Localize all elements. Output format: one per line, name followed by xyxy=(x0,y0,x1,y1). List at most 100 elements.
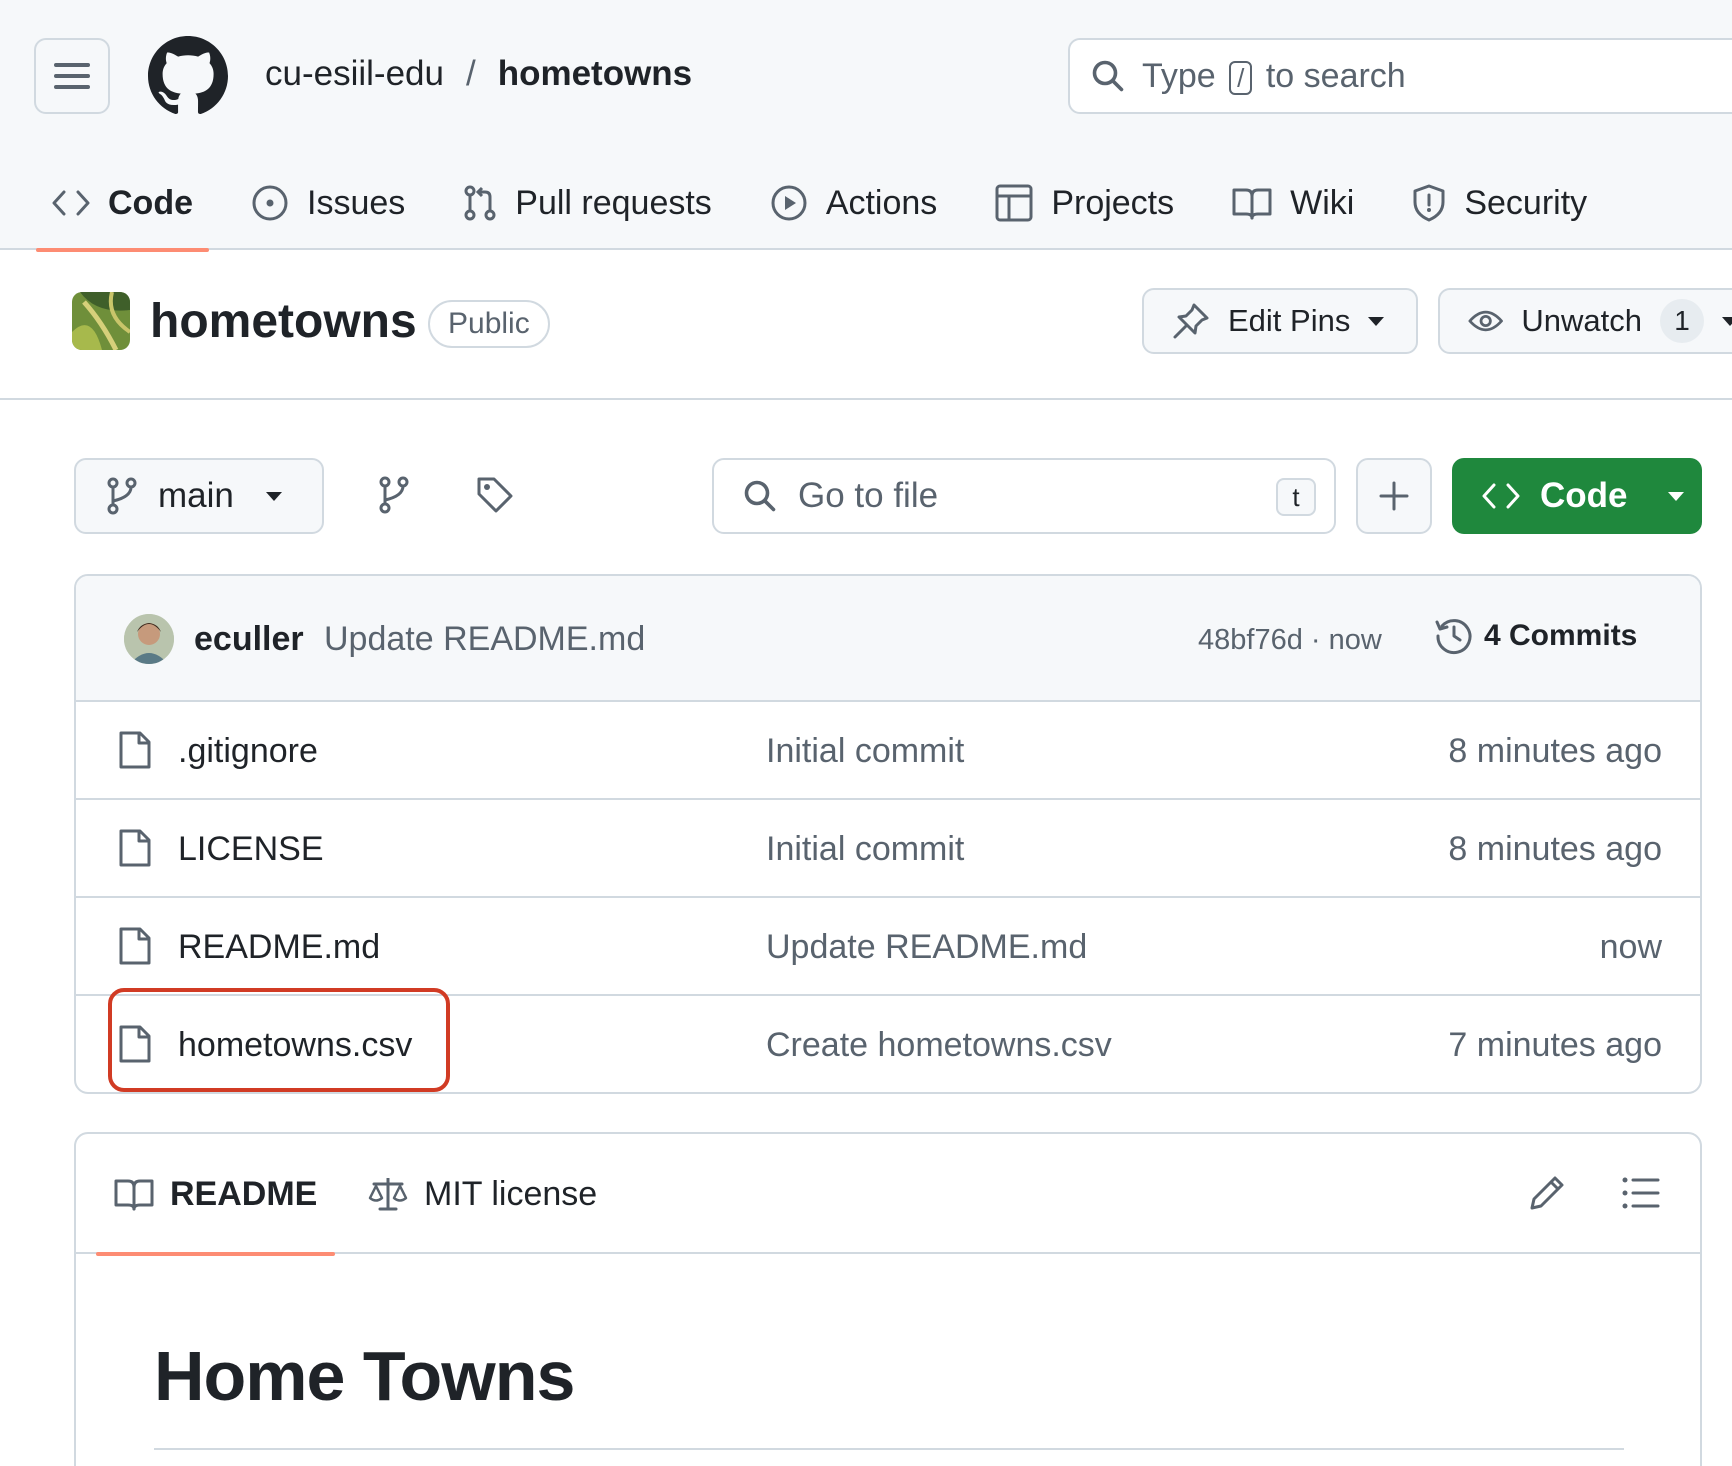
github-logo-icon[interactable] xyxy=(148,36,228,116)
tab-actions[interactable]: Actions xyxy=(754,156,954,250)
edit-pins-button[interactable]: Edit Pins xyxy=(1142,288,1418,354)
plus-icon xyxy=(1379,481,1409,511)
branch-selector-button[interactable]: main xyxy=(74,458,324,534)
commit-message[interactable]: Update README.md xyxy=(324,620,645,659)
edit-pins-label: Edit Pins xyxy=(1228,303,1351,338)
readme-tabs: README MIT license xyxy=(76,1134,1700,1256)
file-commit-time: 8 minutes ago xyxy=(1448,830,1662,868)
search-icon xyxy=(1092,60,1124,92)
menu-button[interactable] xyxy=(34,38,110,114)
tab-issues[interactable]: Issues xyxy=(235,156,421,250)
add-file-button[interactable] xyxy=(1356,458,1432,534)
play-icon xyxy=(771,185,807,221)
file-icon xyxy=(119,927,151,965)
hamburger-icon xyxy=(54,63,90,89)
highlight-box xyxy=(108,988,450,1092)
repo-title[interactable]: hometowns xyxy=(150,294,417,349)
avatar-image xyxy=(124,614,174,664)
repo-avatar xyxy=(72,292,130,350)
chevron-down-icon xyxy=(1667,491,1684,501)
table-row[interactable]: .gitignore Initial commit 8 minutes ago xyxy=(76,702,1700,800)
file-commit-message[interactable]: Create hometowns.csv xyxy=(766,1026,1112,1065)
book-icon xyxy=(114,1179,154,1211)
table-row[interactable]: README.md Update README.md now xyxy=(76,898,1700,996)
tag-icon[interactable] xyxy=(476,476,514,514)
go-to-file-shortcut: t xyxy=(1276,478,1316,516)
tab-license[interactable]: MIT license xyxy=(368,1134,597,1254)
tab-projects-label: Projects xyxy=(1051,183,1175,222)
pencil-icon[interactable] xyxy=(1528,1174,1566,1212)
tab-license-label: MIT license xyxy=(424,1174,598,1213)
tab-wiki-label: Wiki xyxy=(1290,183,1355,222)
tab-readme-label: README xyxy=(170,1174,318,1213)
eye-icon xyxy=(1468,310,1503,332)
chevron-down-icon xyxy=(1368,316,1385,326)
watch-count-badge: 1 xyxy=(1660,299,1704,343)
commits-label: 4 Commits xyxy=(1484,619,1638,652)
search-placeholder-prefix: Type xyxy=(1142,56,1216,95)
code-button[interactable]: Code xyxy=(1452,458,1702,534)
file-commit-message[interactable]: Initial commit xyxy=(766,732,964,771)
breadcrumb-repo-link[interactable]: hometowns xyxy=(498,54,692,94)
tab-projects[interactable]: Projects xyxy=(979,156,1190,250)
file-commit-time: 7 minutes ago xyxy=(1448,1026,1662,1064)
tab-code[interactable]: Code xyxy=(36,156,209,252)
commit-author[interactable]: eculler xyxy=(194,620,304,659)
breadcrumb: cu-esiil-edu / hometowns xyxy=(265,54,692,94)
tab-actions-label: Actions xyxy=(825,183,938,222)
law-icon xyxy=(368,1178,408,1211)
breadcrumb-separator: / xyxy=(465,54,476,93)
branches-icon[interactable] xyxy=(378,476,410,514)
table-icon xyxy=(995,184,1033,222)
tab-wiki[interactable]: Wiki xyxy=(1216,156,1370,250)
latest-commit-bar: eculler Update README.md 48bf76d · now 4… xyxy=(76,576,1700,702)
book-icon xyxy=(1232,188,1272,220)
file-name-link[interactable]: .gitignore xyxy=(178,732,318,771)
git-branch-icon xyxy=(107,477,137,515)
readme-panel: README MIT license Home Towns xyxy=(74,1132,1702,1466)
global-search-input[interactable]: Type / to search xyxy=(1068,38,1732,114)
go-to-file-input[interactable]: Go to file t xyxy=(712,458,1336,534)
tab-security-label: Security xyxy=(1464,183,1588,222)
table-row[interactable]: LICENSE Initial commit 8 minutes ago xyxy=(76,800,1700,898)
unwatch-label: Unwatch xyxy=(1521,303,1642,338)
search-placeholder-suffix: to search xyxy=(1265,56,1406,95)
tab-readme[interactable]: README xyxy=(96,1134,336,1256)
repo-header: hometowns Public Edit Pins Unwatch 1 xyxy=(0,250,1732,400)
avatar[interactable] xyxy=(124,614,174,664)
tab-issues-label: Issues xyxy=(307,183,406,222)
commits-link[interactable]: 4 Commits xyxy=(1434,616,1637,656)
file-commit-time: 8 minutes ago xyxy=(1448,732,1662,770)
shield-icon xyxy=(1413,184,1445,222)
go-to-file-placeholder: Go to file xyxy=(798,476,939,515)
search-icon xyxy=(744,480,776,512)
chevron-down-icon xyxy=(265,491,282,501)
tab-pull-requests[interactable]: Pull requests xyxy=(447,156,728,250)
issue-icon xyxy=(252,185,288,221)
pin-icon xyxy=(1173,303,1209,339)
list-icon[interactable] xyxy=(1622,1176,1660,1210)
code-icon xyxy=(52,190,90,216)
repo-avatar-image xyxy=(72,292,130,350)
code-button-label: Code xyxy=(1540,476,1628,515)
file-name-link[interactable]: README.md xyxy=(178,928,380,967)
chevron-down-icon xyxy=(1722,316,1732,326)
breadcrumb-owner-link[interactable]: cu-esiil-edu xyxy=(265,54,444,94)
tab-code-label: Code xyxy=(108,183,193,222)
heading-divider xyxy=(154,1448,1624,1450)
branch-name: main xyxy=(158,476,234,515)
file-commit-message[interactable]: Initial commit xyxy=(766,830,964,869)
code-icon xyxy=(1482,483,1520,509)
file-commit-time: now xyxy=(1599,928,1662,966)
search-shortcut-key: / xyxy=(1229,60,1253,95)
commit-sha-time[interactable]: 48bf76d · now xyxy=(1198,624,1382,657)
global-header: cu-esiil-edu / hometowns Type / to searc… xyxy=(0,0,1732,252)
unwatch-button[interactable]: Unwatch 1 xyxy=(1438,288,1732,354)
file-icon xyxy=(119,829,151,867)
file-name-link[interactable]: LICENSE xyxy=(178,830,324,869)
repo-nav-tabs: Code Issues Pull requests Actions Projec… xyxy=(36,156,1629,252)
history-icon xyxy=(1435,619,1472,655)
visibility-badge: Public xyxy=(428,300,550,348)
tab-security[interactable]: Security xyxy=(1396,156,1603,250)
file-commit-message[interactable]: Update README.md xyxy=(766,928,1087,967)
